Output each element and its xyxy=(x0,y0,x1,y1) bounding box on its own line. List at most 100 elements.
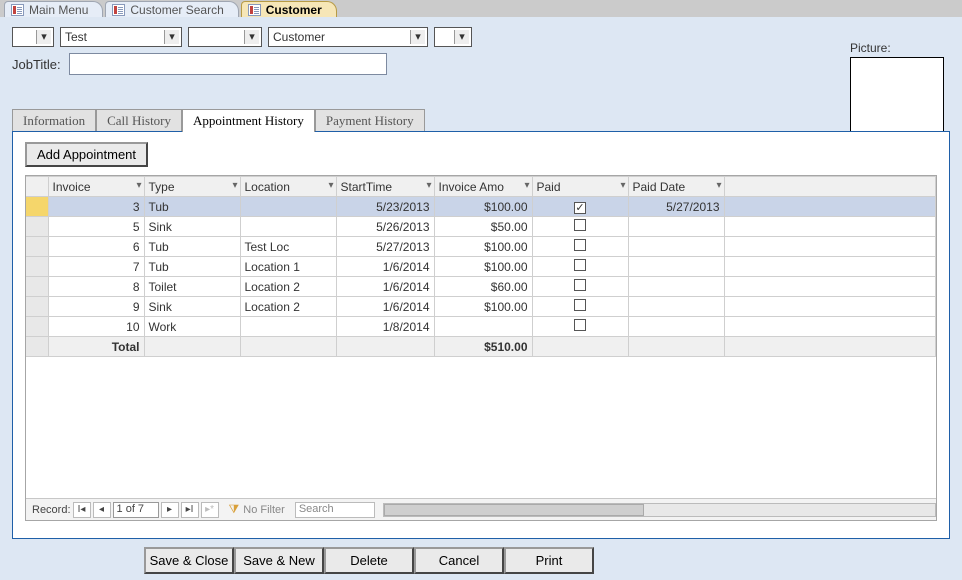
cell[interactable]: Location 2 xyxy=(240,277,336,297)
checkbox[interactable] xyxy=(574,299,586,311)
cell[interactable]: 6 xyxy=(48,237,144,257)
column-header-type[interactable]: Type▾ xyxy=(144,177,240,197)
nav-next-button[interactable]: ▸ xyxy=(161,502,179,518)
table-row[interactable]: 6TubTest Loc5/27/2013$100.00 xyxy=(26,237,936,257)
paid-checkbox-cell[interactable] xyxy=(532,297,628,317)
horizontal-scrollbar[interactable] xyxy=(383,503,936,517)
cell[interactable]: Location 2 xyxy=(240,297,336,317)
cell[interactable]: Sink xyxy=(144,297,240,317)
cell[interactable]: 5 xyxy=(48,217,144,237)
save-close-button[interactable]: Save & Close xyxy=(144,547,234,574)
last-name-combo[interactable]: Customer xyxy=(268,27,428,47)
cell[interactable]: 5/23/2013 xyxy=(336,197,434,217)
cell[interactable] xyxy=(628,277,724,297)
cell[interactable]: $60.00 xyxy=(434,277,532,297)
nav-last-button[interactable]: ▸I xyxy=(181,502,199,518)
paid-checkbox-cell[interactable] xyxy=(532,217,628,237)
cell[interactable] xyxy=(240,197,336,217)
cell[interactable]: 5/27/2013 xyxy=(628,197,724,217)
paid-checkbox-cell[interactable] xyxy=(532,317,628,337)
paid-checkbox-cell[interactable] xyxy=(532,237,628,257)
column-header-location[interactable]: Location▾ xyxy=(240,177,336,197)
cell[interactable] xyxy=(628,257,724,277)
print-button[interactable]: Print xyxy=(504,547,594,574)
tab-information[interactable]: Information xyxy=(12,109,96,132)
filter-indicator[interactable]: ⧩ No Filter xyxy=(229,502,285,517)
search-box[interactable]: Search xyxy=(295,502,375,518)
row-handle[interactable] xyxy=(26,277,48,297)
prefix-combo[interactable] xyxy=(12,27,54,47)
cell[interactable]: $100.00 xyxy=(434,197,532,217)
doc-tab-customer-search[interactable]: Customer Search xyxy=(105,1,238,17)
cell[interactable]: $100.00 xyxy=(434,297,532,317)
cell[interactable] xyxy=(240,217,336,237)
cell[interactable]: 3 xyxy=(48,197,144,217)
paid-checkbox-cell[interactable]: ✓ xyxy=(532,197,628,217)
cell[interactable] xyxy=(628,317,724,337)
table-row[interactable]: 9SinkLocation 21/6/2014$100.00 xyxy=(26,297,936,317)
cell[interactable]: 10 xyxy=(48,317,144,337)
tab-appointment-history[interactable]: Appointment History xyxy=(182,109,315,132)
checkbox[interactable] xyxy=(574,259,586,271)
cell[interactable] xyxy=(434,317,532,337)
middle-combo[interactable] xyxy=(188,27,262,47)
cell[interactable]: Tub xyxy=(144,237,240,257)
cell[interactable]: 8 xyxy=(48,277,144,297)
column-header-paid[interactable]: Paid▾ xyxy=(532,177,628,197)
tab-call-history[interactable]: Call History xyxy=(96,109,182,132)
cell[interactable]: $50.00 xyxy=(434,217,532,237)
cell[interactable]: 1/8/2014 xyxy=(336,317,434,337)
select-all-handle[interactable] xyxy=(26,177,48,197)
column-header-starttime[interactable]: StartTime▾ xyxy=(336,177,434,197)
cell[interactable]: 1/6/2014 xyxy=(336,277,434,297)
checkbox[interactable]: ✓ xyxy=(574,202,586,214)
suffix-combo[interactable] xyxy=(434,27,472,47)
cell[interactable]: Tub xyxy=(144,257,240,277)
cell[interactable] xyxy=(628,297,724,317)
cell[interactable]: Test Loc xyxy=(240,237,336,257)
row-handle[interactable] xyxy=(26,237,48,257)
cell[interactable]: Tub xyxy=(144,197,240,217)
table-row[interactable]: 8ToiletLocation 21/6/2014$60.00 xyxy=(26,277,936,297)
first-name-combo[interactable]: Test xyxy=(60,27,182,47)
cell[interactable]: 1/6/2014 xyxy=(336,257,434,277)
column-header-invoice-amo[interactable]: Invoice Amo▾ xyxy=(434,177,532,197)
row-handle[interactable] xyxy=(26,197,48,217)
row-handle[interactable] xyxy=(26,217,48,237)
doc-tab-main-menu[interactable]: Main Menu xyxy=(4,1,103,17)
nav-prev-button[interactable]: ◂ xyxy=(93,502,111,518)
row-handle[interactable] xyxy=(26,257,48,277)
cell[interactable]: Toilet xyxy=(144,277,240,297)
row-handle[interactable] xyxy=(26,297,48,317)
checkbox[interactable] xyxy=(574,219,586,231)
cell[interactable]: 5/27/2013 xyxy=(336,237,434,257)
add-appointment-button[interactable]: Add Appointment xyxy=(25,142,148,167)
cell[interactable]: 5/26/2013 xyxy=(336,217,434,237)
paid-checkbox-cell[interactable] xyxy=(532,257,628,277)
paid-checkbox-cell[interactable] xyxy=(532,277,628,297)
jobtitle-input[interactable] xyxy=(69,53,387,75)
cell[interactable]: Work xyxy=(144,317,240,337)
picture-frame[interactable] xyxy=(850,57,944,137)
table-row[interactable]: 5Sink 5/26/2013$50.00 xyxy=(26,217,936,237)
cell[interactable] xyxy=(628,217,724,237)
cell[interactable]: 7 xyxy=(48,257,144,277)
row-handle[interactable] xyxy=(26,317,48,337)
cancel-button[interactable]: Cancel xyxy=(414,547,504,574)
delete-button[interactable]: Delete xyxy=(324,547,414,574)
checkbox[interactable] xyxy=(574,319,586,331)
cell[interactable]: 9 xyxy=(48,297,144,317)
cell[interactable]: Sink xyxy=(144,217,240,237)
nav-new-button[interactable]: ▸* xyxy=(201,502,219,518)
table-row[interactable]: 10Work 1/8/2014 xyxy=(26,317,936,337)
cell[interactable] xyxy=(628,237,724,257)
table-row[interactable]: 7TubLocation 11/6/2014$100.00 xyxy=(26,257,936,277)
checkbox[interactable] xyxy=(574,239,586,251)
column-header-paid-date[interactable]: Paid Date▾ xyxy=(628,177,724,197)
cell[interactable]: $100.00 xyxy=(434,257,532,277)
checkbox[interactable] xyxy=(574,279,586,291)
nav-first-button[interactable]: I◂ xyxy=(73,502,91,518)
cell[interactable] xyxy=(240,317,336,337)
record-position[interactable]: 1 of 7 xyxy=(113,502,159,518)
tab-payment-history[interactable]: Payment History xyxy=(315,109,425,132)
